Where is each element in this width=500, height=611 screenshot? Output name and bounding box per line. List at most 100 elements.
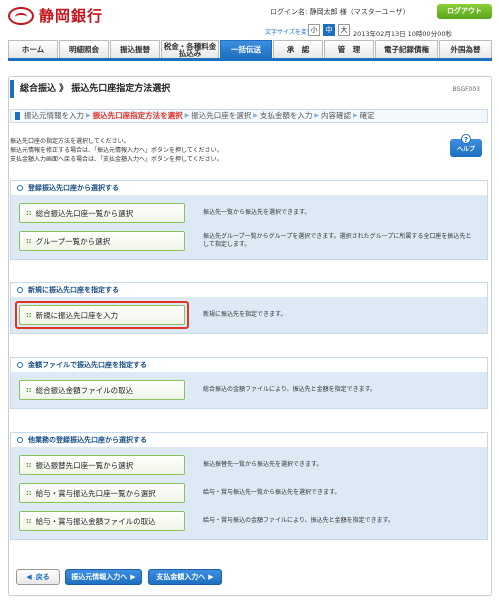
option-description: 振込先一覧から振込先を選択できます。 [203,209,311,216]
login-datetime: 2013年02月13日 10時00分00秒 [353,30,452,38]
dots-icon: :: [26,517,32,525]
font-size-large-button[interactable]: 大 [338,24,350,36]
select-from-salary-list-button[interactable]: :: 給与・賞与振込先口座一覧から選択 [19,483,185,503]
help-icon: ? [461,134,471,144]
section-bullet-icon [17,287,23,293]
dots-icon: :: [26,386,32,394]
nav-approval[interactable]: 承 認 [273,40,323,58]
global-nav: ホーム 明細照会 振込振替 税金・各種料金払込み 一括伝送 承 認 管 理 電子… [8,40,492,61]
select-from-account-list-button[interactable]: :: 総合振込先口座一覧から選択 [19,203,185,223]
option-row: :: 新規に振込先口座を入力 新規に振込先を指定できます。 [15,301,479,329]
nav-statement-inquiry[interactable]: 明細照会 [59,40,109,58]
source-info-input-button[interactable]: 振込元情報入力へ ▶ [65,569,142,585]
import-amount-file-button[interactable]: :: 総合振込金額ファイルの取込 [19,380,185,400]
step-arrow-icon: ▶ [184,112,190,119]
intro-text: 振込先口座の指定方法を選択してください。 振込元情報を修正する場合は、「振込元情… [10,137,223,164]
option-label: 給与・賞与振込先口座一覧から選択 [35,488,156,498]
option-label: 振込振替先口座一覧から選択 [35,460,134,470]
option-row: :: 振込振替先口座一覧から選択 振込振替先一覧から振込先を選択できます。 [19,453,479,477]
section-body: :: 振込振替先口座一覧から選択 振込振替先一覧から振込先を選択できます。 ::… [11,447,487,539]
option-label: グループ一覧から選択 [35,236,111,246]
option-description: 振込振替先一覧から振込先を選択できます。 [203,461,323,468]
option-description: 給与・賞与振込先一覧から振込先を選択できます。 [203,489,341,496]
step-arrow-icon: ▶ [353,112,358,119]
nav-management[interactable]: 管 理 [324,40,374,58]
step-arrow-icon: ▶ [314,112,319,119]
nav-electronic-claims[interactable]: 電子記録債権 [375,40,438,58]
step-arrow-icon: ▶ [86,112,91,119]
section-header: 他業務の登録振込先口座から選択する [11,433,487,447]
step-2: 振込先口座指定方法を選択 [92,111,183,120]
section-body: :: 新規に振込先口座を入力 新規に振込先を指定できます。 [11,297,487,333]
step-6: 確定 [359,111,375,120]
font-size-small-button[interactable]: 小 [308,24,320,36]
option-label: 総合振込金額ファイルの取込 [35,385,134,395]
chevron-left-icon: ◀ [26,573,32,581]
option-label: 総合振込先口座一覧から選択 [35,208,134,218]
dots-icon: :: [26,311,32,319]
help-button[interactable]: ? ヘルプ [450,134,482,157]
page-title: 総合振込 》 振込先口座指定方法選択 [10,80,490,98]
option-description: 新規に振込先を指定できます。 [203,311,287,318]
help-label: ヘルプ [456,146,475,153]
payment-amount-input-button[interactable]: 支払金額入力へ ▶ [148,569,222,585]
dots-icon: :: [26,209,32,217]
select-from-group-list-button[interactable]: :: グループ一覧から選択 [19,231,185,251]
intro-line: 支払金額入力画面へ戻る場合は、「支払金額入力へ」ボタンを押してください。 [10,156,223,163]
nav-foreign-exchange[interactable]: 外国為替 [439,40,492,58]
back-button[interactable]: ◀ 戻る [16,569,60,585]
step-1: 振込元情報を入力 [24,111,84,120]
header: 静岡銀行 ログイン名: 静岡太郎 様（マスターユーザ） ログアウト 文字サイズを… [0,0,500,38]
highlight-frame: :: 新規に振込先口座を入力 [15,301,189,329]
section-body: :: 総合振込先口座一覧から選択 振込先一覧から振込先を選択できます。 :: グ… [11,195,487,259]
dots-icon: :: [26,461,32,469]
option-row: :: 総合振込先口座一覧から選択 振込先一覧から振込先を選択できます。 [19,201,479,225]
select-from-transfer-list-button[interactable]: :: 振込振替先口座一覧から選択 [19,455,185,475]
section-header: 新規に振込先口座を指定する [11,283,487,297]
option-label: 新規に振込先口座を入力 [35,310,119,320]
option-description: 給与・賞与振込の金額ファイルにより、振込先と金額を指定できます。 [203,517,395,524]
option-row: :: グループ一覧から選択 振込先グループ一覧からグループを選択できます。選択さ… [19,229,479,253]
enter-new-account-button[interactable]: :: 新規に振込先口座を入力 [19,305,185,325]
import-salary-amount-file-button[interactable]: :: 給与・賞与振込金額ファイルの取込 [19,511,185,531]
option-description: 総合振込の金額ファイルにより、振込先と金額を指定できます。 [203,386,377,393]
option-row: :: 給与・賞与振込先口座一覧から選択 給与・賞与振込先一覧から振込先を選択でき… [19,481,479,505]
section-body: :: 総合振込金額ファイルの取込 総合振込の金額ファイルにより、振込先と金額を指… [11,372,487,408]
nav-tax-payment[interactable]: 税金・各種料金払込み [161,40,219,58]
option-row: :: 給与・賞与振込金額ファイルの取込 給与・賞与振込の金額ファイルにより、振込… [19,509,479,533]
section-title: 登録振込先口座から選択する [28,184,119,192]
step-4: 支払金額を入力 [259,111,313,120]
section-bullet-icon [17,437,23,443]
nav-home[interactable]: ホーム [8,40,58,58]
section-header: 金額ファイルで振込先口座を指定する [11,358,487,372]
dots-icon: :: [26,489,32,497]
section-title: 他業務の登録振込先口座から選択する [28,436,147,444]
button-label: 振込元情報入力へ [71,573,128,581]
section-registered-accounts: 登録振込先口座から選択する :: 総合振込先口座一覧から選択 振込先一覧から振込… [10,180,488,260]
chevron-right-icon: ▶ [130,573,136,581]
section-amount-file: 金額ファイルで振込先口座を指定する :: 総合振込金額ファイルの取込 総合振込の… [10,357,488,409]
step-3: 振込先口座を選択 [191,111,252,120]
login-name: ログイン名: 静岡太郎 様（マスターユーザ） [270,8,410,16]
nav-transfer[interactable]: 振込振替 [110,40,160,58]
section-header: 登録振込先口座から選択する [11,181,487,195]
section-other-business-accounts: 他業務の登録振込先口座から選択する :: 振込振替先口座一覧から選択 振込振替先… [10,432,488,540]
option-row: :: 総合振込金額ファイルの取込 総合振込の金額ファイルにより、振込先と金額を指… [19,378,479,402]
section-new-account: 新規に振込先口座を指定する :: 新規に振込先口座を入力 新規に振込先を指定でき… [10,282,488,334]
logout-button[interactable]: ログアウト [437,4,492,19]
chevron-right-icon: ▶ [208,573,214,581]
dots-icon: :: [26,237,32,245]
intro-line: 振込先口座の指定方法を選択してください。 [10,138,130,145]
nav-bulk-transmission[interactable]: 一括伝送 [220,40,272,58]
step-5: 内容確認 [321,111,351,120]
screen-id: BSGF003 [452,86,480,93]
bank-logo: 静岡銀行 [8,5,103,26]
button-label: 支払金額入力へ [156,573,206,581]
font-size-label: 文字サイズを変更 [265,29,313,36]
bank-name: 静岡銀行 [39,7,104,25]
step-marker-icon [15,112,20,120]
font-size-medium-button[interactable]: 中 [323,24,335,36]
bank-logo-icon [8,6,34,25]
option-label: 給与・賞与振込金額ファイルの取込 [35,516,156,526]
step-arrow-icon: ▶ [253,112,258,119]
